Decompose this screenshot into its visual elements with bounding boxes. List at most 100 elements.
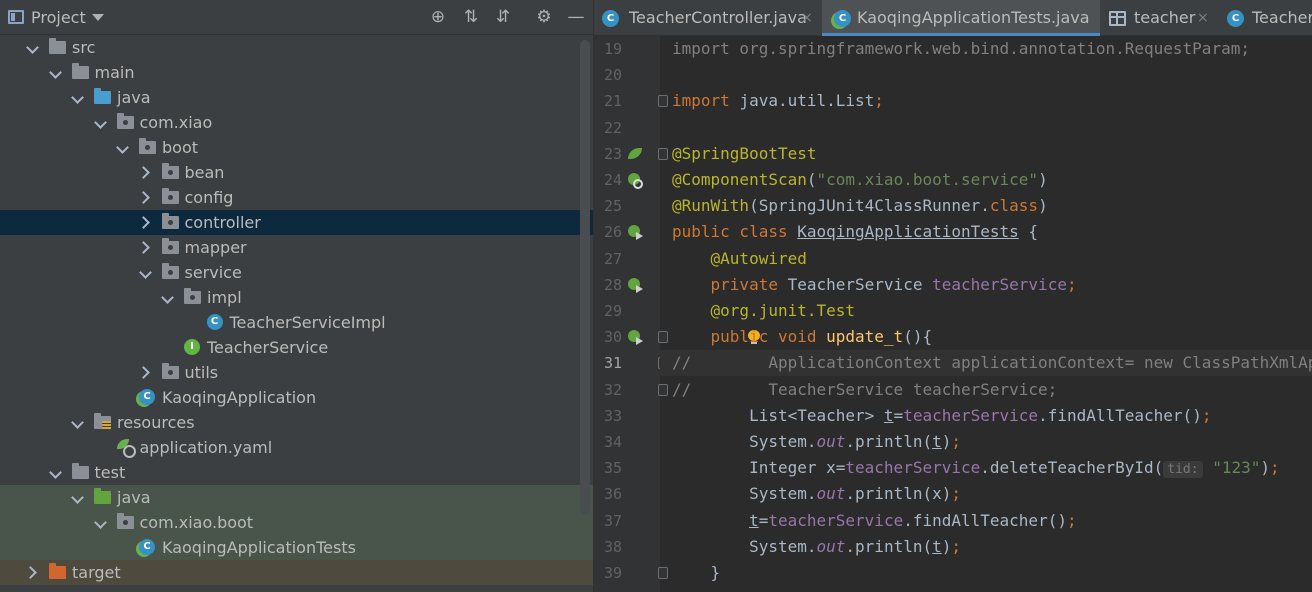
- tree-item[interactable]: TeacherServiceImpl: [0, 310, 593, 335]
- code-line[interactable]: @ComponentScan("com.xiao.boot.service"): [672, 167, 1048, 193]
- code-line[interactable]: import org.springframework.web.bind.anno…: [672, 36, 1250, 62]
- code-line[interactable]: @Autowired: [672, 246, 807, 272]
- hide-icon[interactable]: —: [565, 6, 587, 28]
- code-token: .findAllTeacher(): [903, 510, 1067, 530]
- tree-item[interactable]: com.xiao: [0, 110, 593, 135]
- tree-item[interactable]: java: [0, 485, 593, 510]
- collapse-all-icon[interactable]: ⇵: [492, 6, 514, 28]
- chevron-down-icon[interactable]: [116, 135, 130, 160]
- tree-item[interactable]: java: [0, 85, 593, 110]
- chevron-down-icon[interactable]: [71, 410, 85, 435]
- tree-item[interactable]: target: [0, 560, 593, 585]
- code-token: @Autowired: [710, 248, 807, 268]
- run-icon[interactable]: [627, 329, 643, 346]
- tree-item[interactable]: service: [0, 260, 593, 285]
- tree-item-label: test: [94, 463, 126, 482]
- code-line[interactable]: System.out.println(t);: [672, 534, 961, 560]
- code-line[interactable]: }: [672, 560, 721, 586]
- code-line[interactable]: Integer x=teacherService.deleteTeacherBy…: [672, 455, 1280, 483]
- editor-gutter[interactable]: 19 20 21 22 23 24 25 26 27 28 29 30 31 32 33 34 35 36 37 38…: [594, 36, 668, 592]
- editor-tab[interactable]: C KaoqingApplicationTests.java: [822, 0, 1100, 36]
- code-line[interactable]: private TeacherService teacherService;: [672, 272, 1077, 298]
- tree-item[interactable]: KaoqingApplication: [0, 385, 593, 410]
- tree-item[interactable]: resources: [0, 410, 593, 435]
- chevron-down-icon[interactable]: [26, 35, 40, 60]
- chevron-down-icon[interactable]: [139, 260, 153, 285]
- expand-all-icon[interactable]: ⇅: [460, 6, 482, 28]
- code-line[interactable]: System.out.println(x);: [672, 481, 961, 507]
- chevron-right-icon[interactable]: [139, 235, 153, 260]
- tree-item[interactable]: config: [0, 185, 593, 210]
- code-line[interactable]: List<Teacher> t=teacherService.findAllTe…: [672, 403, 1211, 429]
- close-icon[interactable]: ×: [801, 0, 813, 36]
- code-token: ;: [1201, 405, 1212, 425]
- editor-tab[interactable]: C TeacherController.java ×: [594, 0, 822, 36]
- code-area[interactable]: import org.springframework.web.bind.anno…: [660, 36, 1312, 592]
- code-line[interactable]: public void update_t(){: [672, 324, 933, 350]
- tree-item[interactable]: application.yaml: [0, 435, 593, 460]
- gear-icon[interactable]: ⚙: [533, 6, 555, 28]
- find-usages-icon[interactable]: [627, 172, 643, 189]
- chevron-down-icon[interactable]: [94, 110, 108, 135]
- code-line[interactable]: // TeacherService teacherService;: [672, 377, 1057, 403]
- tree-item[interactable]: bean: [0, 160, 593, 185]
- code-token: ;: [1270, 458, 1280, 478]
- chevron-down-icon[interactable]: [71, 85, 85, 110]
- editor-tab[interactable]: teacher ×: [1101, 0, 1218, 36]
- project-view-selector[interactable]: Project: [31, 8, 86, 27]
- code-token: .println(: [845, 536, 933, 556]
- tree-item-label: TeacherServiceImpl: [229, 313, 386, 332]
- chevron-down-icon[interactable]: [92, 14, 104, 21]
- code-line[interactable]: @SpringBootTest: [672, 141, 817, 167]
- tree-scrollbar[interactable]: [580, 40, 590, 515]
- tree-item[interactable]: KaoqingApplicationTests: [0, 535, 593, 560]
- tree-item[interactable]: utils: [0, 360, 593, 385]
- locate-icon[interactable]: ⊕: [427, 6, 449, 28]
- code-token: teacherService: [903, 405, 1039, 425]
- spring-bean-icon[interactable]: [627, 146, 643, 162]
- excluded-folder-icon: [49, 563, 66, 579]
- chevron-right-icon[interactable]: [139, 185, 153, 210]
- code-line[interactable]: @RunWith(SpringJUnit4ClassRunner.class): [672, 193, 1048, 219]
- tree-item-label: controller: [184, 213, 261, 232]
- code-line[interactable]: public class KaoqingApplicationTests {: [672, 219, 1038, 245]
- chevron-down-icon[interactable]: [161, 285, 175, 310]
- chevron-right-icon[interactable]: [26, 560, 40, 585]
- code-editor[interactable]: C TeacherController.java × C KaoqingApplicat…: [594, 0, 1312, 592]
- tree-item-label: KaoqingApplication: [162, 388, 317, 407]
- tree-item[interactable]: mapper: [0, 235, 593, 260]
- tree-item[interactable]: controller: [0, 210, 593, 235]
- tree-item[interactable]: boot: [0, 135, 593, 160]
- tree-item[interactable]: test: [0, 460, 593, 485]
- tree-item[interactable]: com.xiao.boot: [0, 510, 593, 535]
- code-line[interactable]: // ApplicationContext applicationContext…: [672, 350, 1312, 376]
- code-token: ): [941, 536, 952, 556]
- chevron-down-icon[interactable]: [71, 485, 85, 510]
- chevron-right-icon[interactable]: [139, 160, 153, 185]
- navigate-bean-icon[interactable]: [627, 277, 643, 293]
- run-icon[interactable]: [627, 224, 643, 241]
- tree-item[interactable]: TeacherService: [0, 335, 593, 360]
- tree-item[interactable]: impl: [0, 285, 593, 310]
- package-icon: [161, 263, 179, 279]
- chevron-right-icon[interactable]: [139, 210, 153, 235]
- chevron-right-icon[interactable]: [139, 360, 153, 385]
- code-line[interactable]: t=teacherService.findAllTeacher();: [672, 508, 1077, 534]
- close-icon[interactable]: ×: [1197, 0, 1209, 36]
- code-line[interactable]: @org.junit.Test: [672, 298, 856, 324]
- folder-icon: [49, 38, 66, 54]
- chevron-down-icon[interactable]: [49, 460, 63, 485]
- chevron-down-icon[interactable]: [94, 510, 108, 535]
- project-tree[interactable]: src main java com.xiao boot bean config control…: [0, 35, 593, 592]
- folder-icon: [71, 463, 89, 479]
- chevron-down-icon[interactable]: [49, 60, 63, 85]
- tree-item[interactable]: src: [0, 35, 593, 60]
- code-line[interactable]: System.out.println(t);: [672, 429, 961, 455]
- tree-item[interactable]: main: [0, 60, 593, 85]
- code-token: }: [672, 563, 721, 582]
- editor-tab[interactable]: C Teacher: [1218, 0, 1312, 36]
- tree-item-label: application.yaml: [139, 438, 273, 457]
- code-line[interactable]: import java.util.List;: [672, 88, 884, 114]
- code-token: update_t: [826, 327, 904, 347]
